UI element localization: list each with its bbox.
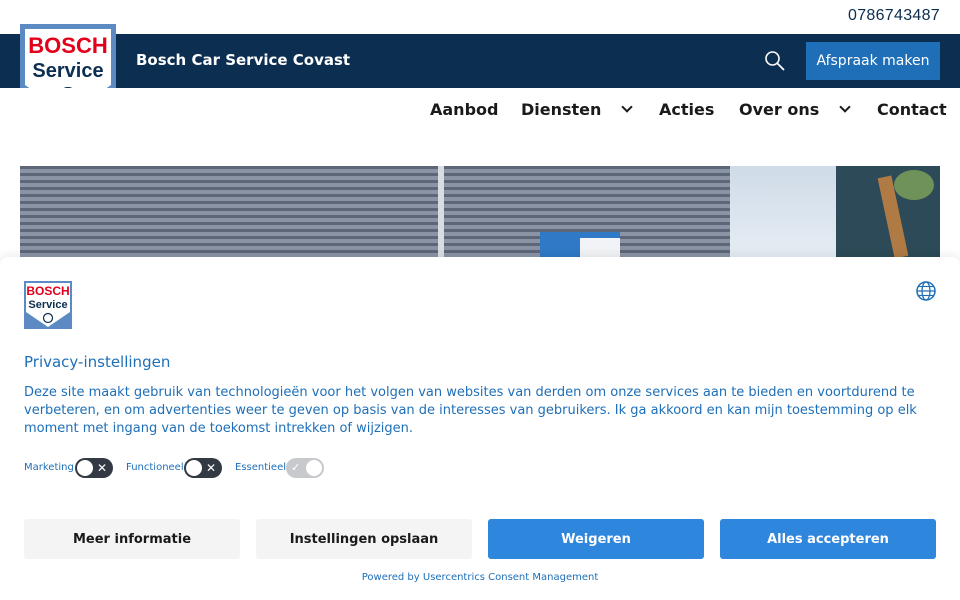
toggle-label: Functioneel — [126, 462, 184, 473]
hero-tree-leaves — [894, 170, 934, 200]
consent-banner: BOSCH Service Privacy-instellingen Deze … — [0, 257, 960, 600]
phone-number[interactable]: 0786743487 — [848, 7, 940, 25]
close-icon: ✕ — [96, 461, 107, 475]
consent-title: Privacy-instellingen — [24, 353, 171, 371]
hero-image — [20, 166, 940, 258]
chevron-down-icon — [839, 101, 851, 113]
switch-knob — [77, 460, 93, 476]
functioneel-switch[interactable]: ✕ — [184, 458, 222, 478]
close-icon: ✕ — [205, 461, 216, 475]
nav-item-diensten[interactable]: Diensten — [521, 100, 634, 119]
essentieel-switch: ✓ — [286, 458, 324, 478]
toggle-label: Marketing — [24, 462, 74, 473]
search-icon[interactable] — [764, 50, 786, 72]
top-bar: 0786743487 — [0, 0, 960, 34]
globe-icon[interactable] — [915, 280, 937, 302]
deny-button[interactable]: Weigeren — [488, 519, 704, 559]
nav-item-label: Over ons — [739, 100, 820, 119]
consent-logo-shield: BOSCH Service — [26, 283, 70, 327]
save-settings-button[interactable]: Instellingen opslaan — [256, 519, 472, 559]
nav-item-contact[interactable]: Contact — [877, 100, 947, 119]
nav-item-acties[interactable]: Acties — [659, 100, 714, 119]
logo-text-bosch: BOSCH — [28, 33, 107, 58]
switch-knob — [306, 460, 322, 476]
consent-logo-text-bosch: BOSCH — [26, 284, 69, 298]
marketing-switch[interactable]: ✕ — [75, 458, 113, 478]
check-icon: ✓ — [291, 461, 301, 474]
main-nav: Aanbod Diensten Acties Over ons Contact — [0, 88, 960, 134]
consent-description: Deze site maakt gebruik van technologieë… — [24, 385, 917, 436]
nav-item-aanbod[interactable]: Aanbod — [430, 100, 498, 119]
toggle-label: Essentieel — [235, 462, 287, 473]
switch-knob — [186, 460, 202, 476]
accept-all-button[interactable]: Alles accepteren — [720, 519, 936, 559]
appointment-button[interactable]: Afspraak maken — [806, 42, 940, 80]
hero-sign-panel — [580, 238, 620, 258]
more-info-button[interactable]: Meer informatie — [24, 519, 240, 559]
site-title[interactable]: Bosch Car Service Covast — [136, 51, 350, 69]
nav-item-over-ons[interactable]: Over ons — [739, 100, 851, 119]
consent-logo: BOSCH Service — [24, 281, 72, 329]
consent-logo-text-service: Service — [28, 299, 67, 311]
nav-item-label: Diensten — [521, 100, 602, 119]
powered-by-link[interactable]: Powered by Usercentrics Consent Manageme… — [0, 572, 960, 583]
hero-building-wall — [20, 166, 730, 258]
chevron-down-icon — [621, 101, 634, 113]
hero-pipe — [438, 166, 444, 258]
logo-text-service: Service — [32, 60, 103, 82]
